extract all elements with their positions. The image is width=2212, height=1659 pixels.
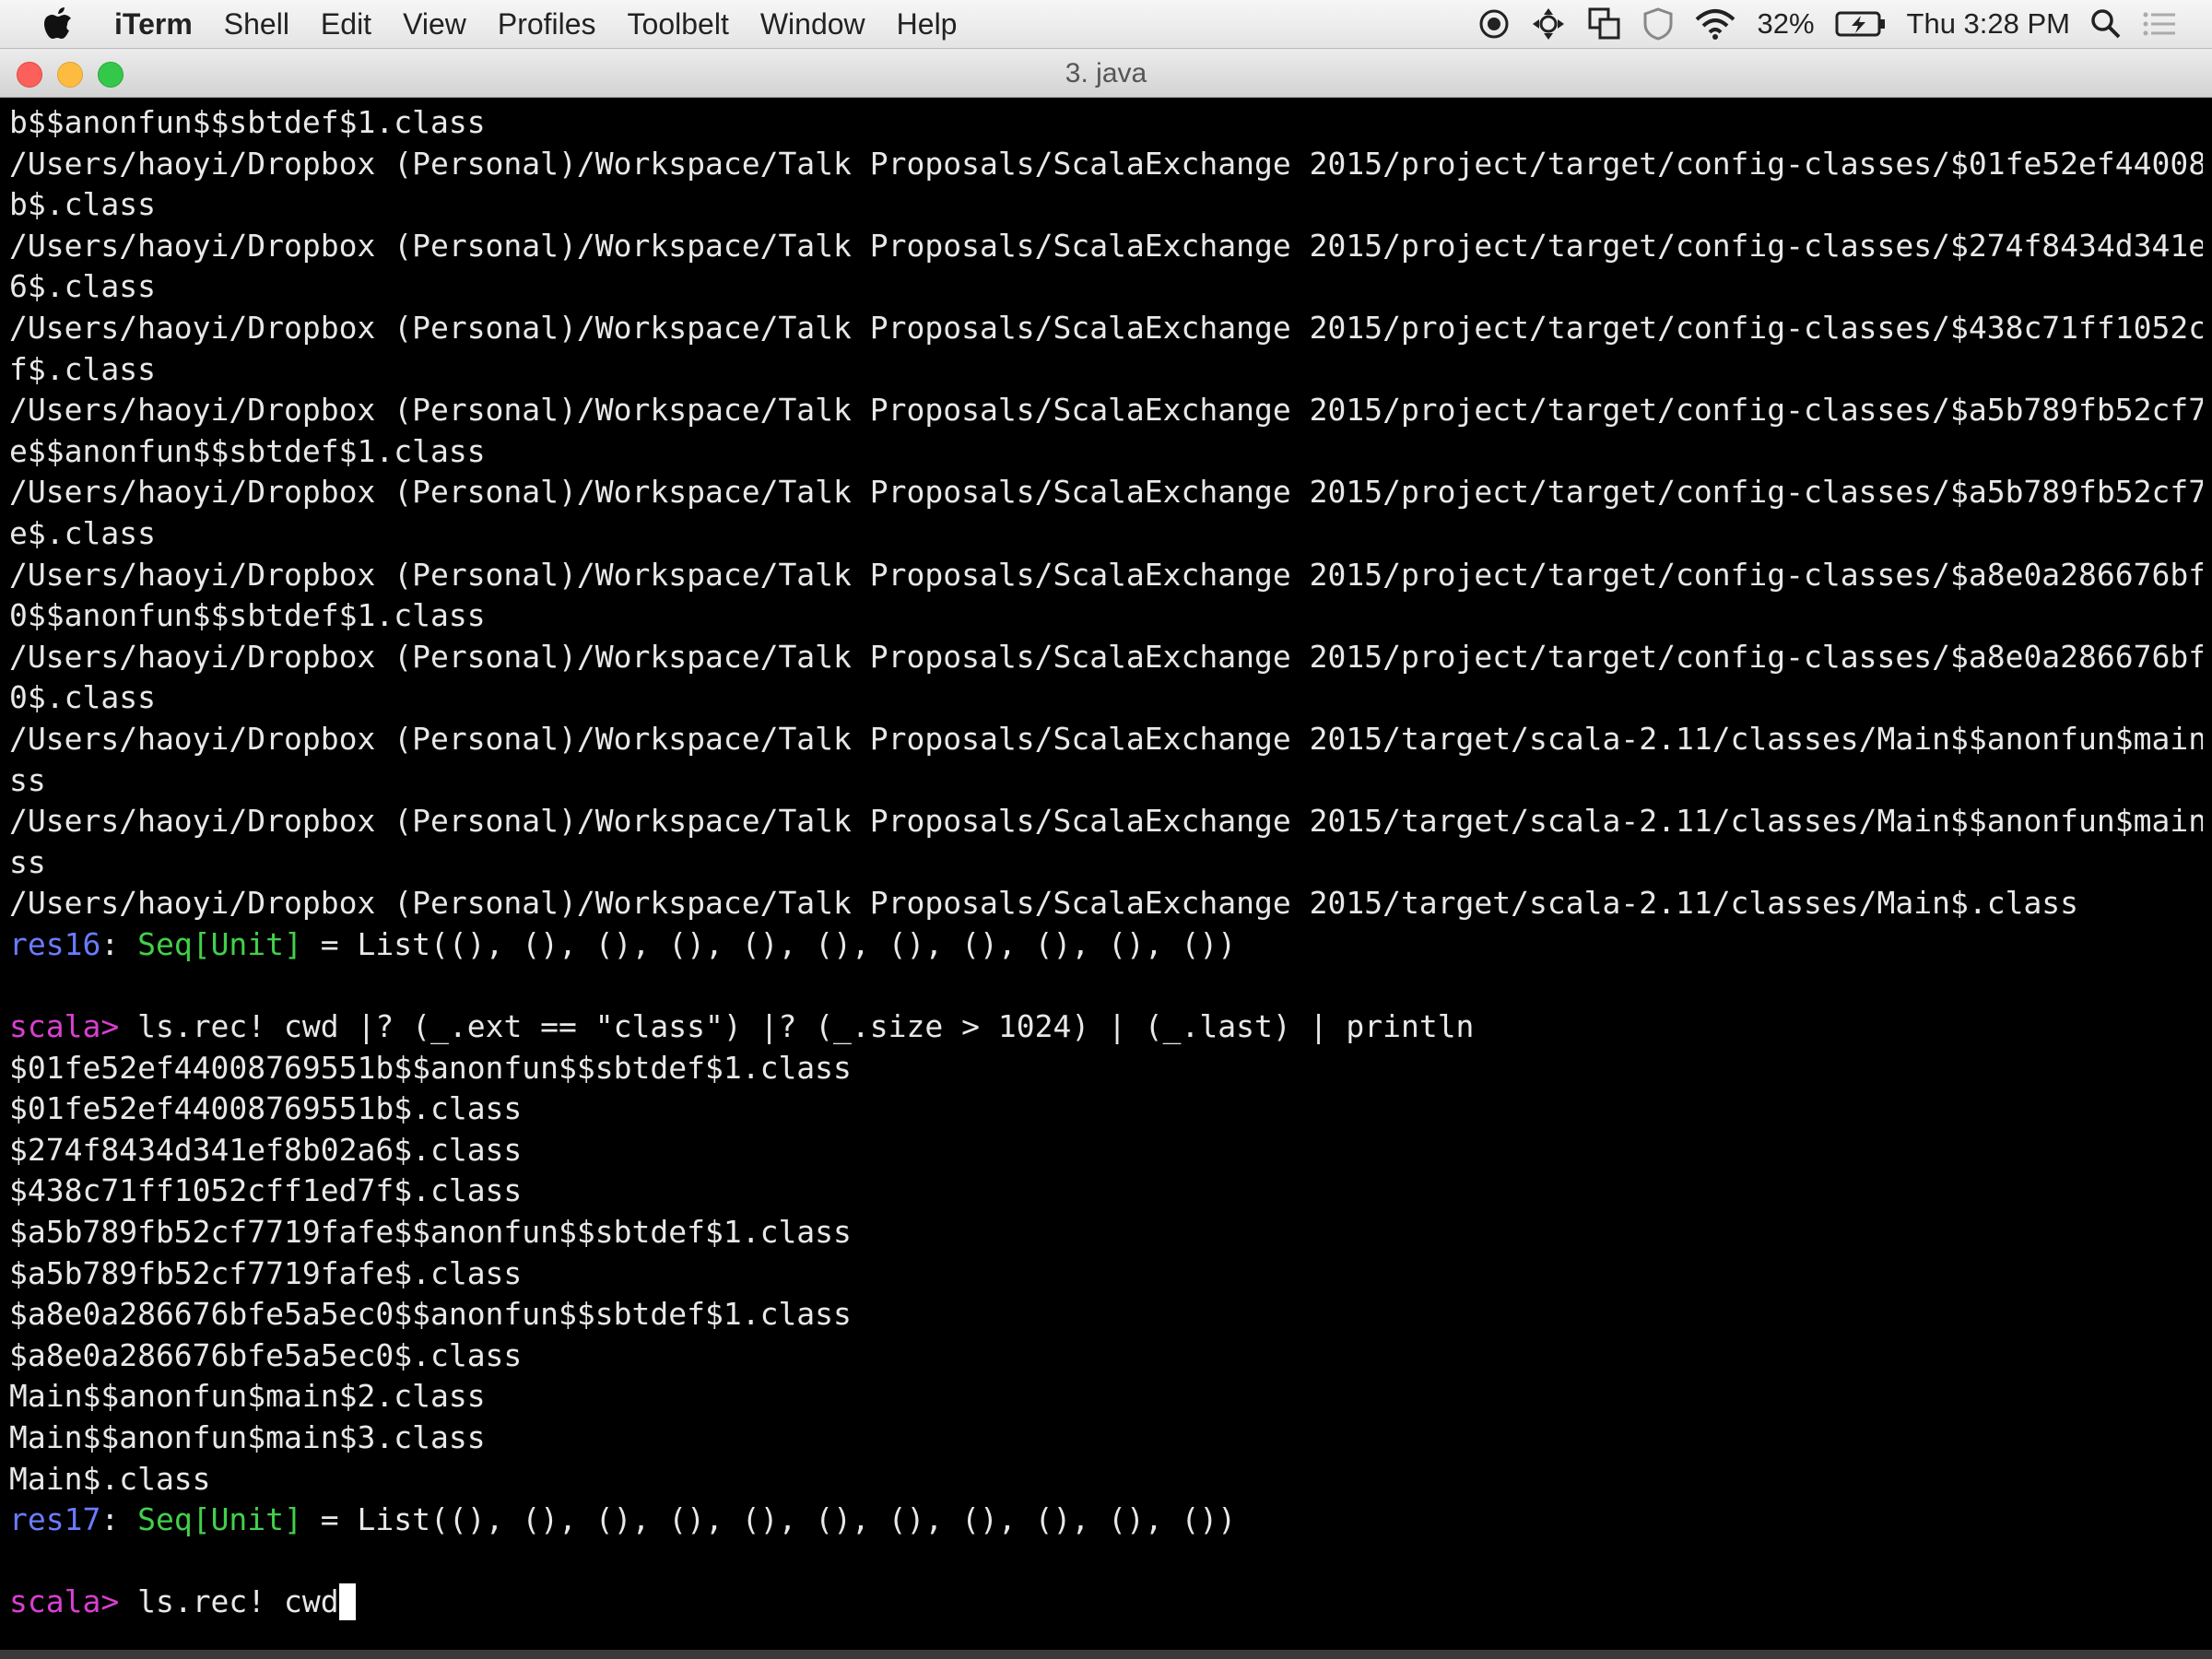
- command-line-1: scala> ls.rec! cwd |? (_.ext == "class")…: [9, 1006, 2203, 1048]
- command-line-2[interactable]: scala> ls.rec! cwd: [9, 1582, 2203, 1623]
- window-titlebar[interactable]: 3. java: [0, 49, 2212, 98]
- notification-center-icon[interactable]: [2142, 10, 2177, 38]
- screens-icon[interactable]: [1587, 6, 1622, 41]
- menu-shell[interactable]: Shell: [208, 7, 305, 41]
- shield-icon[interactable]: [1642, 7, 1674, 41]
- scala-prompt: scala>: [9, 1583, 120, 1620]
- file-name-list: $01fe52ef44008769551b$$anonfun$$sbtdef$1…: [9, 1048, 2203, 1500]
- output-line: ss: [9, 843, 46, 880]
- menu-toolbelt[interactable]: Toolbelt: [612, 7, 745, 41]
- output-line: b$$anonfun$$sbtdef$1.class: [9, 104, 486, 140]
- file-name-line: Main$.class: [9, 1460, 211, 1497]
- output-line: /Users/haoyi/Dropbox (Personal)/Workspac…: [9, 474, 2203, 511]
- menu-edit[interactable]: Edit: [305, 7, 387, 41]
- file-name-line: $a5b789fb52cf7719fafe$.class: [9, 1254, 523, 1291]
- file-name-line: Main$$anonfun$main$2.class: [9, 1378, 486, 1415]
- terminal-window: 3. java b$$anonfun$$sbtdef$1.class/Users…: [0, 49, 2212, 1659]
- record-icon[interactable]: [1478, 8, 1510, 40]
- clock[interactable]: Thu 3:28 PM: [1907, 7, 2070, 41]
- window-bottom-edge: [0, 1650, 2212, 1659]
- file-name-line: $01fe52ef44008769551b$$anonfun$$sbtdef$1…: [9, 1049, 852, 1086]
- result-line-res16: res16: Seq[Unit] = List((), (), (), (), …: [9, 925, 1237, 962]
- output-line: /Users/haoyi/Dropbox (Personal)/Workspac…: [9, 392, 2203, 429]
- output-line: 0$$anonfun$$sbtdef$1.class: [9, 597, 486, 634]
- output-line: /Users/haoyi/Dropbox (Personal)/Workspac…: [9, 885, 2079, 922]
- move-arrows-icon[interactable]: [1530, 6, 1567, 42]
- file-name-line: $a8e0a286676bfe5a5ec0$.class: [9, 1336, 523, 1373]
- file-name-line: $a8e0a286676bfe5a5ec0$$anonfun$$sbtdef$1…: [9, 1296, 852, 1333]
- apple-menu-icon[interactable]: [42, 6, 88, 41]
- output-line: /Users/haoyi/Dropbox (Personal)/Workspac…: [9, 556, 2203, 593]
- output-line: /Users/haoyi/Dropbox (Personal)/Workspac…: [9, 145, 2203, 182]
- wrapped-file-list: b$$anonfun$$sbtdef$1.class/Users/haoyi/D…: [9, 102, 2203, 924]
- result-line-res17: res17: Seq[Unit] = List((), (), (), (), …: [9, 1501, 1237, 1538]
- battery-percentage: 32%: [1757, 7, 1815, 40]
- file-name-line: Main$$anonfun$main$3.class: [9, 1419, 486, 1455]
- command-input-text[interactable]: ls.rec! cwd: [119, 1583, 339, 1619]
- spotlight-search-icon[interactable]: [2090, 8, 2122, 40]
- output-line: /Users/haoyi/Dropbox (Personal)/Workspac…: [9, 803, 2203, 840]
- output-line: 0$.class: [9, 679, 156, 716]
- output-line: 6$.class: [9, 268, 156, 305]
- file-name-line: $a5b789fb52cf7719fafe$$anonfun$$sbtdef$1…: [9, 1214, 852, 1251]
- menu-window[interactable]: Window: [745, 7, 881, 41]
- file-name-line: $01fe52ef44008769551b$.class: [9, 1090, 523, 1127]
- output-line: e$.class: [9, 514, 156, 551]
- output-line: /Users/haoyi/Dropbox (Personal)/Workspac…: [9, 638, 2203, 675]
- file-name-line: $438c71ff1052cff1ed7f$.class: [9, 1172, 523, 1209]
- output-line: ss: [9, 761, 46, 798]
- menu-bar: iTerm Shell Edit View Profiles Toolbelt …: [0, 0, 2212, 49]
- command-text: ls.rec! cwd |? (_.ext == "class") |? (_.…: [119, 1008, 1475, 1045]
- app-menu-iterm[interactable]: iTerm: [114, 7, 208, 41]
- window-title: 3. java: [1065, 58, 1147, 88]
- output-line: /Users/haoyi/Dropbox (Personal)/Workspac…: [9, 227, 2203, 264]
- text-cursor: [338, 1583, 356, 1621]
- output-line: /Users/haoyi/Dropbox (Personal)/Workspac…: [9, 720, 2203, 757]
- menu-help[interactable]: Help: [881, 7, 973, 41]
- file-name-line: $274f8434d341ef8b02a6$.class: [9, 1131, 523, 1168]
- output-line: f$.class: [9, 350, 156, 387]
- scala-prompt: scala>: [9, 1008, 120, 1045]
- terminal-output[interactable]: b$$anonfun$$sbtdef$1.class/Users/haoyi/D…: [9, 102, 2203, 1659]
- battery-charging-icon[interactable]: [1835, 10, 1887, 38]
- output-line: e$$anonfun$$sbtdef$1.class: [9, 432, 486, 469]
- output-line: b$.class: [9, 186, 156, 223]
- output-line: /Users/haoyi/Dropbox (Personal)/Workspac…: [9, 309, 2203, 346]
- menu-profiles[interactable]: Profiles: [482, 7, 612, 41]
- menu-view[interactable]: View: [387, 7, 482, 41]
- wifi-icon[interactable]: [1694, 8, 1736, 40]
